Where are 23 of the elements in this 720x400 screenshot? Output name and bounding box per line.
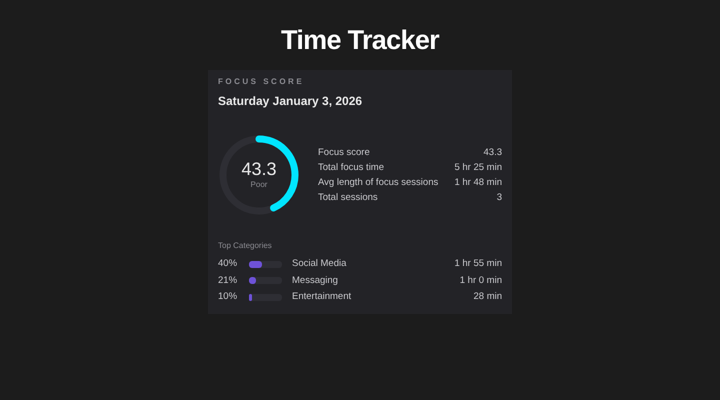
score-value: 43.3	[241, 159, 277, 179]
category-percent: 40%	[218, 257, 238, 271]
category-time: 1 hr 0 min	[460, 274, 502, 288]
category-time: 1 hr 55 min	[454, 257, 502, 271]
stat-value: 43.3	[484, 146, 502, 160]
stat-value: 1 hr 48 min	[454, 176, 502, 190]
categories-title: Top Categories	[218, 240, 273, 252]
category-time: 28 min	[473, 290, 502, 304]
stat-label: Focus score	[318, 146, 370, 160]
stat-value: 5 hr 25 min	[454, 161, 502, 175]
category-percent: 10%	[218, 290, 238, 304]
stat-label: Total focus time	[318, 161, 384, 175]
category-name: Messaging	[292, 274, 339, 288]
stat-value: 3	[496, 191, 502, 205]
category-name: Social Media	[292, 257, 348, 271]
stat-label: Avg length of focus sessions	[318, 176, 438, 190]
category-percent: 21%	[218, 274, 238, 288]
score-rating: Poor	[250, 179, 268, 191]
page-title: Time Tracker	[280, 24, 439, 57]
card-eyebrow: FOCUS SCORE	[218, 76, 306, 88]
card-date: Saturday January 3, 2026	[218, 93, 364, 110]
category-name: Entertainment	[292, 290, 352, 304]
stat-label: Total sessions	[318, 191, 378, 205]
